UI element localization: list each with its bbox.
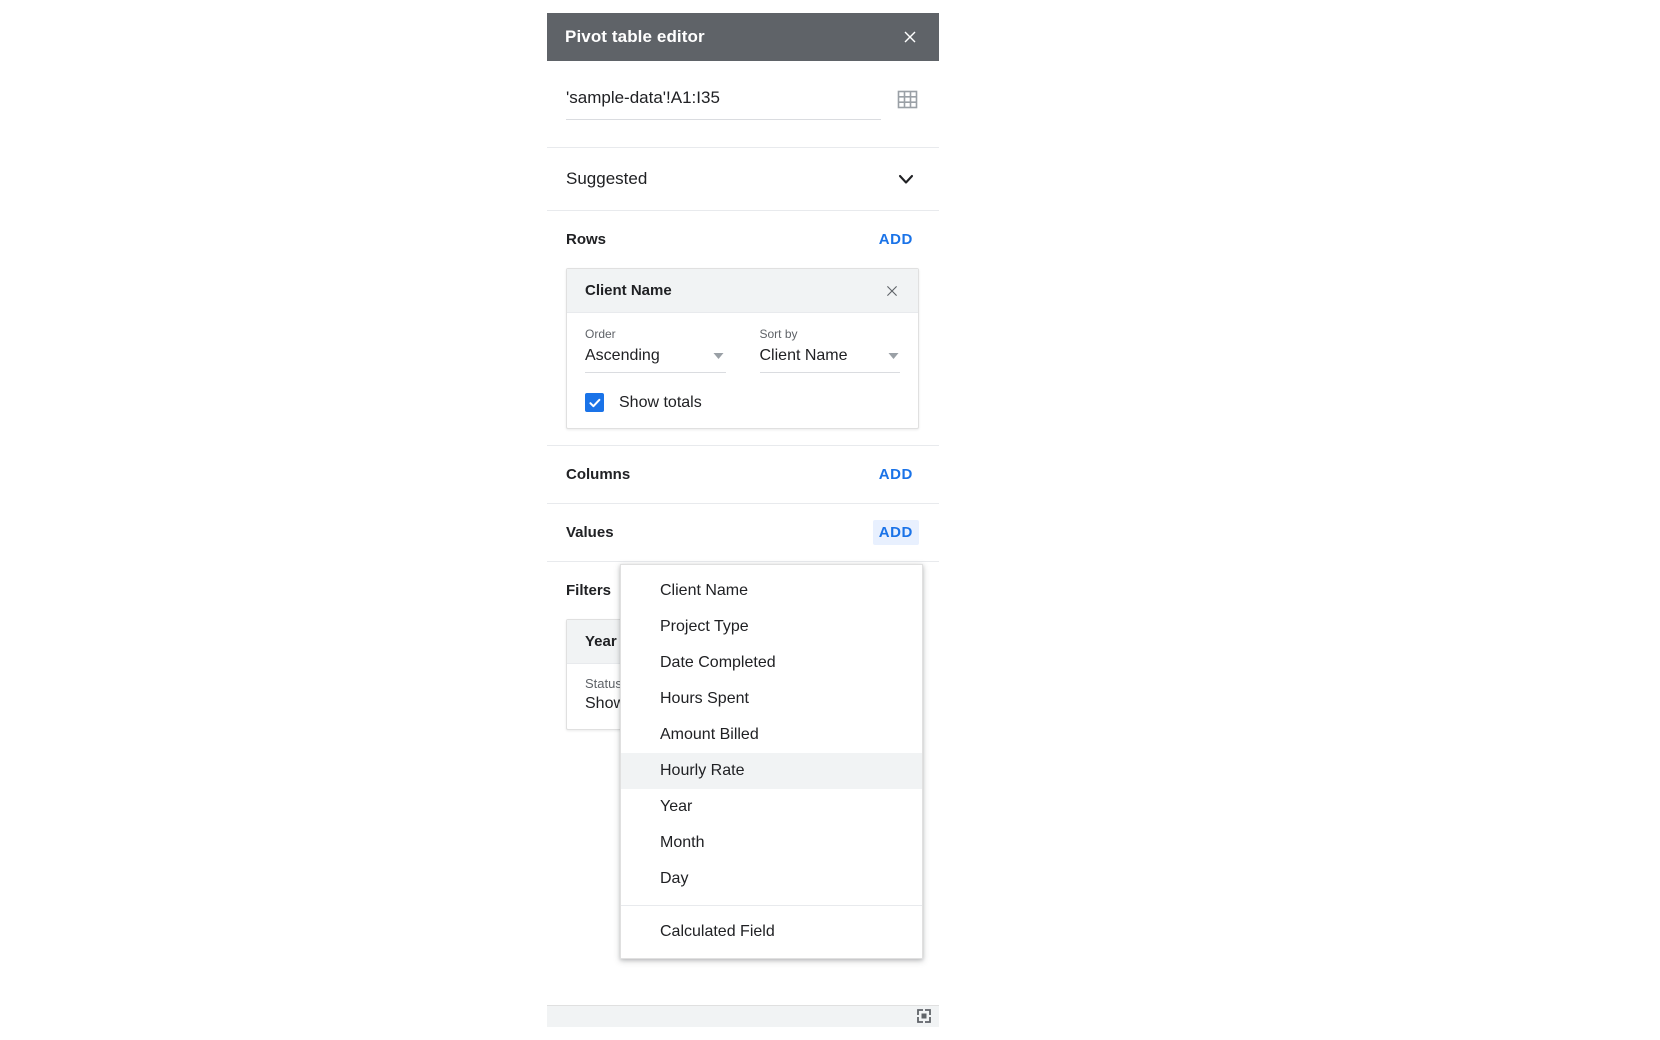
rows-field-remove-icon[interactable]	[880, 279, 904, 303]
data-range-input[interactable]	[566, 88, 881, 120]
suggested-section: Suggested	[547, 147, 939, 210]
filters-field-name: Year	[585, 633, 617, 650]
menu-item[interactable]: Date Completed	[621, 645, 922, 681]
panel-header: Pivot table editor	[547, 13, 939, 61]
menu-item[interactable]: Year	[621, 789, 922, 825]
values-add-button[interactable]: ADD	[873, 520, 919, 545]
panel-bottom-bar	[547, 1005, 939, 1027]
rows-header: Rows ADD	[566, 211, 919, 268]
menu-item[interactable]: Hourly Rate	[621, 753, 922, 789]
suggested-header[interactable]: Suggested	[566, 148, 919, 210]
columns-section: Columns ADD	[547, 445, 939, 503]
sort-by-select[interactable]: Client Name	[760, 347, 901, 373]
menu-item[interactable]: Hours Spent	[621, 681, 922, 717]
pivot-table-editor-panel: Pivot table editor	[547, 13, 939, 1027]
chevron-down-icon[interactable]	[893, 166, 919, 192]
show-totals-row: Show totals	[585, 393, 900, 412]
columns-add-button[interactable]: ADD	[873, 462, 919, 487]
rows-field-name: Client Name	[585, 282, 672, 299]
order-select-group: Order Ascending	[585, 327, 726, 373]
rows-field-selects: Order Ascending Sort	[585, 327, 900, 373]
data-range-row	[547, 61, 939, 121]
dropdown-items: Client Name Project Type Date Completed …	[621, 573, 922, 897]
menu-separator	[621, 905, 922, 906]
values-label: Values	[566, 524, 614, 541]
page-title: Pivot table editor	[565, 27, 895, 47]
rows-section: Rows ADD Client Name Order	[547, 210, 939, 429]
columns-label: Columns	[566, 466, 630, 483]
menu-item[interactable]: Client Name	[621, 573, 922, 609]
show-totals-label: Show totals	[619, 394, 702, 412]
rows-field-card-client-name: Client Name Order Ascending	[566, 268, 919, 429]
sort-by-select-group: Sort by Client Name	[760, 327, 901, 373]
order-select[interactable]: Ascending	[585, 347, 726, 373]
rows-label: Rows	[566, 231, 606, 248]
sort-by-value: Client Name	[760, 347, 848, 365]
values-header: Values ADD	[566, 504, 919, 561]
sort-by-label: Sort by	[760, 327, 901, 341]
menu-item-calculated-field[interactable]: Calculated Field	[621, 914, 922, 950]
order-value: Ascending	[585, 347, 660, 365]
values-add-dropdown-menu: Client Name Project Type Date Completed …	[620, 564, 923, 959]
show-totals-checkbox[interactable]	[585, 393, 604, 412]
menu-item[interactable]: Project Type	[621, 609, 922, 645]
values-section: Values ADD	[547, 503, 939, 561]
rows-add-button[interactable]: ADD	[873, 227, 919, 252]
screenshot-root: Pivot table editor	[0, 0, 1660, 1040]
menu-item[interactable]: Month	[621, 825, 922, 861]
rows-field-card-body: Order Ascending Sort	[567, 313, 918, 428]
caret-down-icon	[712, 349, 726, 363]
close-icon[interactable]	[895, 22, 925, 52]
caret-down-icon	[886, 349, 900, 363]
checkmark-icon	[588, 396, 602, 410]
filters-label: Filters	[566, 582, 611, 599]
rows-field-card-header: Client Name	[567, 269, 918, 313]
order-label: Order	[585, 327, 726, 341]
menu-item[interactable]: Day	[621, 861, 922, 897]
menu-item[interactable]: Amount Billed	[621, 717, 922, 753]
resize-handle-icon[interactable]	[915, 1007, 933, 1025]
suggested-label: Suggested	[566, 169, 647, 189]
columns-header: Columns ADD	[566, 446, 919, 503]
grid-select-range-icon[interactable]	[895, 87, 919, 111]
